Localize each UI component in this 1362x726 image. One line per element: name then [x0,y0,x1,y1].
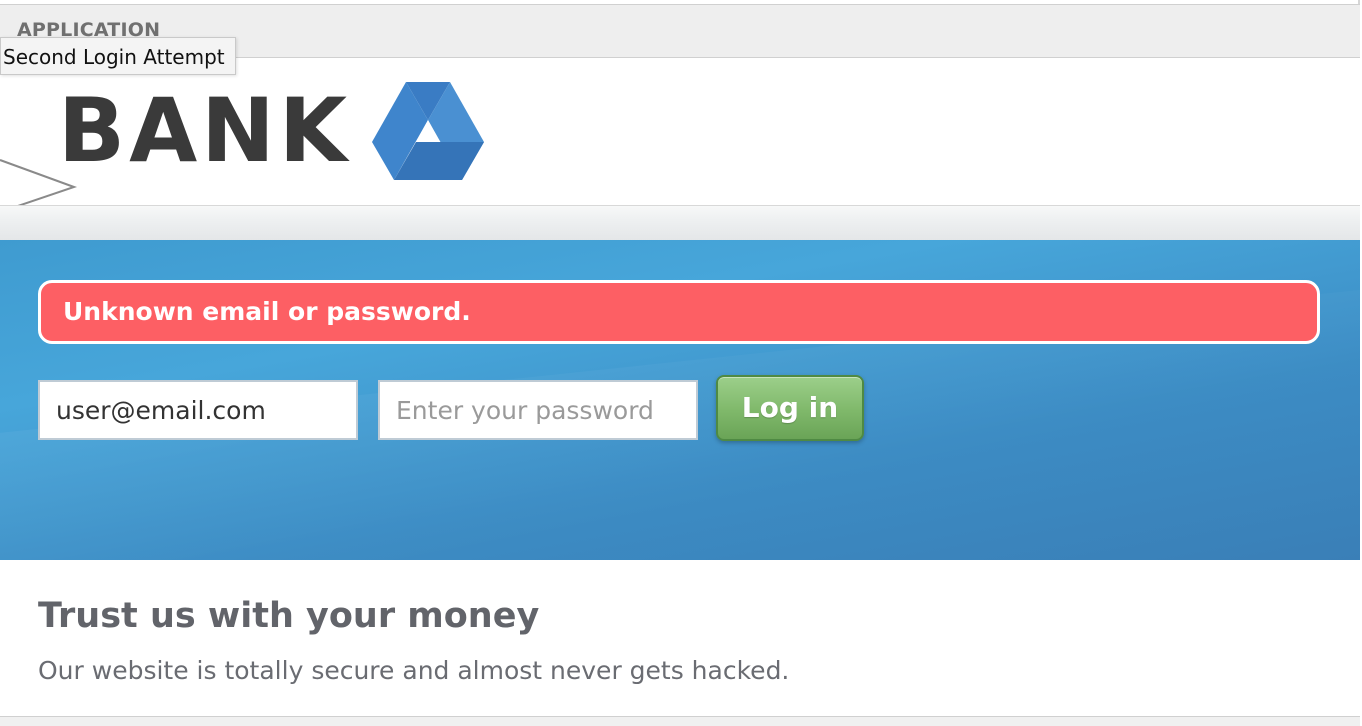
footer-divider [0,716,1360,726]
marketing-content: Trust us with your money Our website is … [0,560,1360,716]
password-input[interactable] [378,380,698,440]
email-input[interactable] [38,380,358,440]
header-divider [0,205,1360,241]
triangle-logo-icon [372,82,484,180]
application-frame: APPLICATION Second Login Attempt BANK Un… [0,0,1360,726]
error-message: Unknown email or password. [63,297,471,326]
login-hero: Unknown email or password. Log in [0,240,1360,560]
content-body: Our website is totally secure and almost… [38,656,790,685]
login-button[interactable]: Log in [716,375,864,441]
content-title: Trust us with your money [38,596,540,636]
logo-area: BANK [0,58,1360,206]
error-banner: Unknown email or password. [38,280,1320,344]
bank-logo-text: BANK [58,79,352,182]
tooltip: Second Login Attempt [0,37,236,75]
